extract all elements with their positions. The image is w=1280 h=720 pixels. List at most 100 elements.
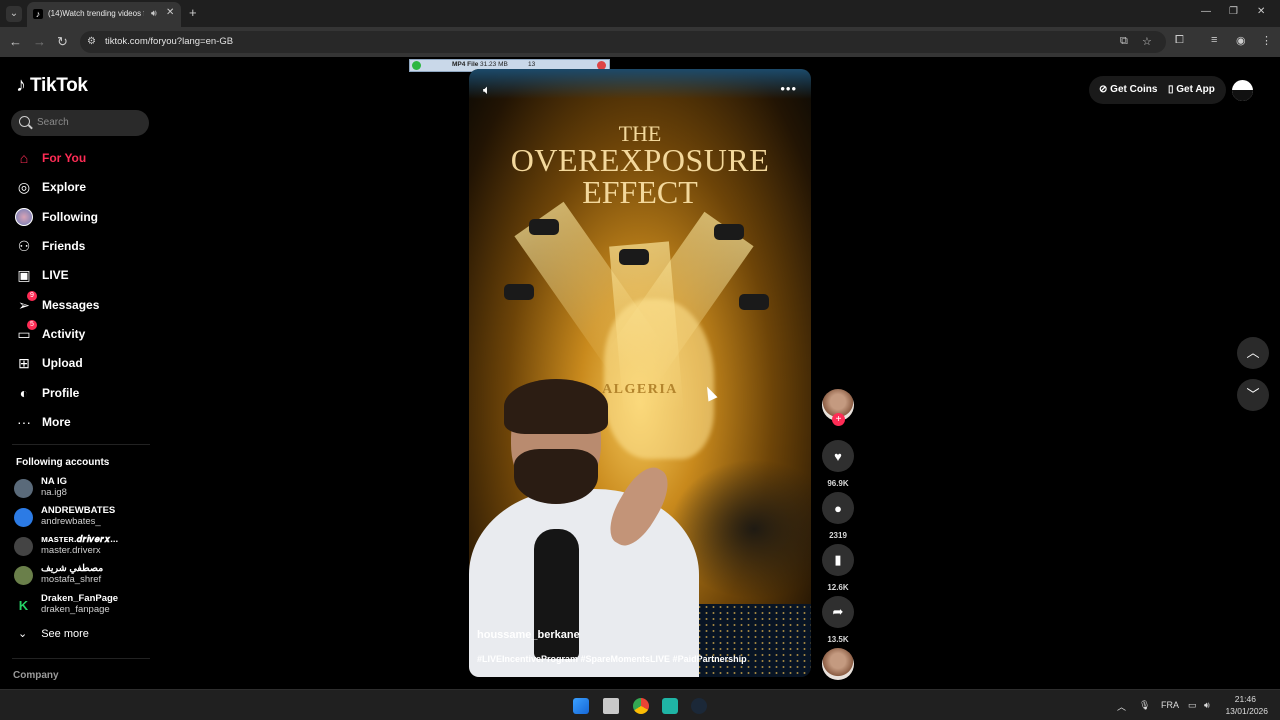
sidebar-item-label: Messages xyxy=(42,298,100,312)
back-icon[interactable]: ← xyxy=(9,34,22,49)
browser-menu-icon[interactable]: ⋮ xyxy=(1261,34,1272,47)
video-player[interactable]: THE OVEREXPOSURE EFFECT ALGERIA 🔈︎ ••• h… xyxy=(469,69,811,677)
chevron-down-icon: ⌄ xyxy=(18,628,28,640)
search-placeholder: Search xyxy=(37,117,69,128)
sidebar-item-profile[interactable]: ◐ Profile xyxy=(14,382,80,404)
list-item[interactable]: ANDREWBATES andrewbates_ xyxy=(14,505,154,531)
tab-search-button[interactable]: ⌄ xyxy=(6,6,22,22)
list-item[interactable]: ᴍᴀsᴛᴇʀ.𝒅𝒓𝒊𝒗𝒆𝒓𝒙... master.driverx xyxy=(14,534,154,560)
get-app-button[interactable]: ▯ Get App xyxy=(1168,84,1215,95)
share-count: 13.5K xyxy=(827,635,849,644)
url-text[interactable]: tiktok.com/foryou?lang=en-GB xyxy=(105,36,233,47)
tiktok-logo[interactable]: ♪ TikTok xyxy=(16,74,88,97)
user-avatar[interactable] xyxy=(1232,80,1253,101)
clock-time[interactable]: 21:46 xyxy=(1235,694,1256,704)
creator-avatar-button[interactable]: + xyxy=(822,389,854,426)
account-handle: andrewbates_ xyxy=(41,516,101,527)
sidebar-item-for-you[interactable]: ⌂ For You xyxy=(14,147,86,169)
sidebar-item-upload[interactable]: ⊞ Upload xyxy=(14,352,83,374)
forward-icon[interactable]: → xyxy=(33,34,46,49)
list-item[interactable]: مصطفي شريف mostafa_shref xyxy=(14,563,154,589)
previous-video-button[interactable]: ︿ xyxy=(1237,337,1269,369)
bookmark-count: 12.6K xyxy=(827,583,849,592)
next-video-button[interactable]: ﹀ xyxy=(1237,379,1269,411)
windows-start-icon[interactable] xyxy=(573,698,589,714)
share-button[interactable]: ➦ 13.5K xyxy=(822,596,854,644)
overlay-extra: 13 xyxy=(528,61,536,68)
more-options-icon[interactable]: ••• xyxy=(780,81,797,96)
address-bar[interactable]: ⚙ tiktok.com/foryou?lang=en-GB ⧉ ☆ xyxy=(80,31,1166,53)
clock-date[interactable]: 13/01/2026 xyxy=(1225,706,1268,716)
network-icon[interactable]: ▭ xyxy=(1188,700,1197,711)
earth-night-image xyxy=(689,604,811,677)
tray-chevron-icon[interactable]: ︿ xyxy=(1117,700,1126,713)
media-controls-icon[interactable]: ≡ xyxy=(1211,34,1217,46)
get-coins-button[interactable]: ⊘ Get Coins xyxy=(1099,84,1157,95)
avatar xyxy=(14,479,33,498)
browser-tab[interactable]: ♪ (14)Watch trending videos f 🔊︎ ✕ xyxy=(27,2,181,27)
steam-icon[interactable] xyxy=(691,698,707,714)
new-tab-button[interactable]: + xyxy=(189,5,197,20)
tab-title: (14)Watch trending videos f xyxy=(48,9,144,18)
whatsapp-icon xyxy=(412,61,421,70)
account-handle: mostafa_shref xyxy=(41,574,102,585)
volume-icon[interactable]: 🔈︎ xyxy=(483,82,491,98)
minimize-icon[interactable]: — xyxy=(1201,6,1211,17)
tab-audio-icon[interactable]: 🔊︎ xyxy=(151,8,157,19)
account-name: ANDREWBATES xyxy=(41,505,116,516)
sidebar-item-following[interactable]: Following xyxy=(14,206,98,228)
video-top-gradient xyxy=(469,69,811,99)
browser-toolbar: ← → ↻ ⚙ tiktok.com/foryou?lang=en-GB ⧉ ☆… xyxy=(0,27,1280,57)
app-icon[interactable] xyxy=(662,698,678,714)
see-more-label: See more xyxy=(41,627,89,640)
site-info-icon[interactable]: ⚙ xyxy=(87,36,96,47)
music-disc-button[interactable] xyxy=(822,648,854,680)
account-name: مصطفي شريف xyxy=(41,563,104,574)
volume-tray-icon[interactable]: 🔊︎ xyxy=(1204,700,1210,711)
sidebar-divider xyxy=(12,658,150,659)
sidebar-item-live[interactable]: ▣ LIVE xyxy=(14,264,68,286)
video-description[interactable]: #LIVEIncentiveProgram #SpareMomentsLIVE … xyxy=(477,654,747,664)
avatar xyxy=(14,508,33,527)
list-item[interactable]: NA IG na.ig8 xyxy=(14,476,154,502)
sidebar-item-activity[interactable]: ▭ 5 Activity xyxy=(14,320,86,345)
overlay-format: MP4 File xyxy=(452,61,479,68)
account-handle: master.driverx xyxy=(41,545,101,556)
list-item[interactable]: K Draken_FanPage draken_fanpage xyxy=(14,593,154,619)
search-input[interactable]: Search xyxy=(11,110,149,136)
task-view-icon[interactable] xyxy=(603,698,619,714)
microphone-icon[interactable]: 🎙︎ xyxy=(1139,700,1150,711)
bookmark-button[interactable]: ▮ 12.6K xyxy=(822,544,854,592)
sidebar-item-messages[interactable]: ➢ 9 Messages xyxy=(14,291,100,316)
reload-icon[interactable]: ↻ xyxy=(57,34,68,50)
company-link[interactable]: Company xyxy=(13,670,59,681)
extensions-icon[interactable]: ⧠ xyxy=(1175,34,1184,47)
restore-icon[interactable]: ❐ xyxy=(1229,6,1238,17)
video-author[interactable]: houssame_berkane xyxy=(477,629,580,641)
sidebar-item-label: Activity xyxy=(42,327,86,341)
following-accounts-title: Following accounts xyxy=(16,457,110,468)
sidebar-item-friends[interactable]: ⚇ Friends xyxy=(14,235,86,257)
avatar: K xyxy=(14,596,33,615)
tab-close-icon[interactable]: ✕ xyxy=(166,7,174,18)
tiktok-note-icon: ♪ xyxy=(16,74,26,96)
bookmark-star-icon[interactable]: ☆ xyxy=(1142,35,1152,48)
get-coins-label: Get Coins xyxy=(1110,84,1158,95)
see-more-button[interactable]: ⌄ See more xyxy=(18,627,89,641)
sidebar-item-explore[interactable]: ◎ Explore xyxy=(14,176,86,198)
like-count: 96.9K xyxy=(827,479,849,488)
sidebar-divider xyxy=(12,444,150,445)
sidebar-item-more[interactable]: ··· More xyxy=(14,411,71,433)
account-name: NA IG xyxy=(41,476,68,487)
install-app-icon[interactable]: ⧉ xyxy=(1120,35,1128,48)
account-handle: na.ig8 xyxy=(41,487,67,498)
follow-plus-icon[interactable]: + xyxy=(832,413,845,426)
share-icon: ➦ xyxy=(822,596,854,628)
comment-button[interactable]: ● 2319 xyxy=(822,492,854,540)
profile-avatar-icon[interactable]: ◉ xyxy=(1236,34,1246,47)
music-disc-icon xyxy=(822,648,854,680)
language-indicator[interactable]: FRA xyxy=(1161,700,1179,710)
window-close-icon[interactable]: ✕ xyxy=(1257,6,1265,17)
chrome-icon[interactable] xyxy=(633,698,649,714)
like-button[interactable]: ♥ 96.9K xyxy=(822,440,854,488)
